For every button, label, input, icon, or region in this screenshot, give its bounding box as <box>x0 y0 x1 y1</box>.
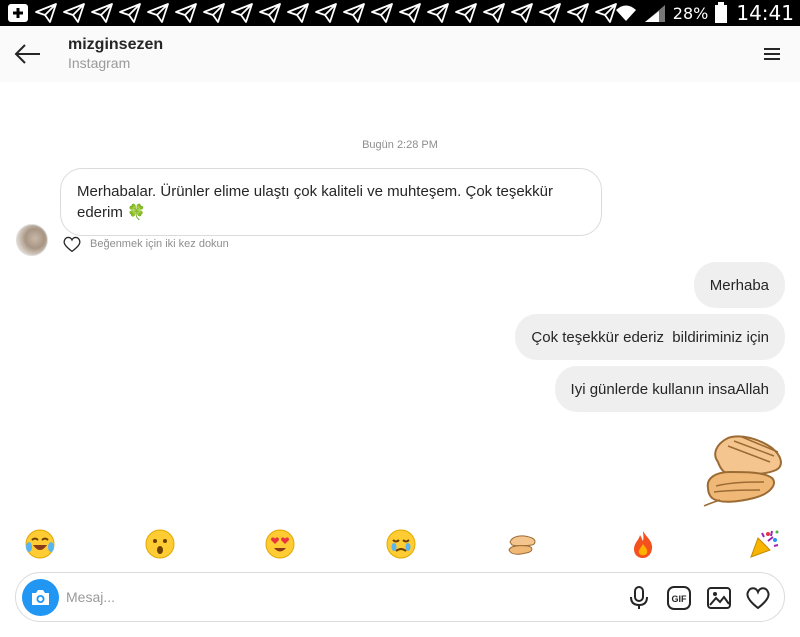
telegram-icon <box>511 3 533 23</box>
clapping-emoji[interactable] <box>506 528 538 560</box>
heart-eyes-emoji[interactable] <box>264 528 296 560</box>
camera-icon <box>32 590 49 605</box>
battery-icon <box>715 2 728 23</box>
message-input[interactable] <box>66 582 596 612</box>
clapping-hands-sticker[interactable] <box>702 432 786 508</box>
telegram-icon <box>539 3 561 23</box>
like-hint-text: Beğenmek için iki kez dokun <box>90 238 229 250</box>
username: mizginsezen <box>68 36 164 53</box>
telegram-icon <box>343 3 365 23</box>
telegram-icon <box>399 3 421 23</box>
notification-icons <box>6 2 618 24</box>
platform-subtitle: Instagram <box>68 55 131 71</box>
party-popper-emoji[interactable] <box>748 528 780 560</box>
telegram-icon <box>371 3 393 23</box>
telegram-icon <box>175 3 197 23</box>
telegram-icon <box>427 3 449 23</box>
incoming-message[interactable]: Merhabalar. Ürünler elime ulaştı çok kal… <box>60 168 602 236</box>
wifi-icon <box>615 5 636 21</box>
status-bar: 28% 14:41 <box>0 0 800 26</box>
heart-outline-icon[interactable] <box>62 235 82 253</box>
telegram-icon <box>567 3 589 23</box>
svg-text:GIF: GIF <box>672 594 688 604</box>
hamburger-menu-icon[interactable] <box>760 42 784 66</box>
telegram-icon <box>259 3 281 23</box>
four-leaf-clover-emoji: 🍀 <box>127 204 146 221</box>
telegram-icon <box>455 3 477 23</box>
telegram-icon <box>35 3 57 23</box>
outgoing-message[interactable]: Merhaba <box>693 262 785 308</box>
telegram-icon <box>91 3 113 23</box>
system-icons: 28% 14:41 <box>615 0 794 26</box>
chat-header: mizginsezen Instagram <box>0 26 800 82</box>
camera-button[interactable] <box>22 579 59 616</box>
crying-emoji[interactable] <box>385 528 417 560</box>
telegram-icon <box>119 3 141 23</box>
fire-emoji[interactable] <box>627 528 659 560</box>
clock: 14:41 <box>736 1 794 25</box>
outgoing-message[interactable]: Çok teşekkür ederiz bildiriminiz için <box>515 314 785 360</box>
telegram-icon <box>315 3 337 23</box>
gif-icon[interactable]: GIF <box>666 585 692 611</box>
outgoing-message[interactable]: Iyi günlerde kullanın insaAllah <box>554 366 785 412</box>
signal-icon <box>644 5 665 22</box>
surprised-emoji[interactable] <box>144 528 176 560</box>
telegram-icon <box>203 3 225 23</box>
conversation-title[interactable]: mizginsezen Instagram <box>68 36 163 71</box>
battery-percentage: 28% <box>672 3 709 23</box>
quick-reactions-bar <box>0 528 800 562</box>
message-composer: GIF <box>15 572 785 622</box>
incoming-message-text: Merhabalar. Ürünler elime ulaştı çok kal… <box>77 183 554 221</box>
microphone-icon[interactable] <box>626 585 652 611</box>
telegram-icon <box>287 3 309 23</box>
back-arrow-icon[interactable] <box>12 38 44 70</box>
tears-of-joy-emoji[interactable] <box>24 528 56 560</box>
like-hint-row: Beğenmek için iki kez dokun <box>62 235 229 253</box>
telegram-icon <box>147 3 169 23</box>
heart-icon[interactable] <box>745 585 771 611</box>
message-timestamp: Bugün 2:28 PM <box>362 139 438 151</box>
avatar[interactable] <box>16 224 48 256</box>
gallery-icon[interactable] <box>706 585 732 611</box>
telegram-icon <box>231 3 253 23</box>
telegram-icon <box>483 3 505 23</box>
add-box-icon <box>8 4 28 22</box>
telegram-icon <box>63 3 85 23</box>
